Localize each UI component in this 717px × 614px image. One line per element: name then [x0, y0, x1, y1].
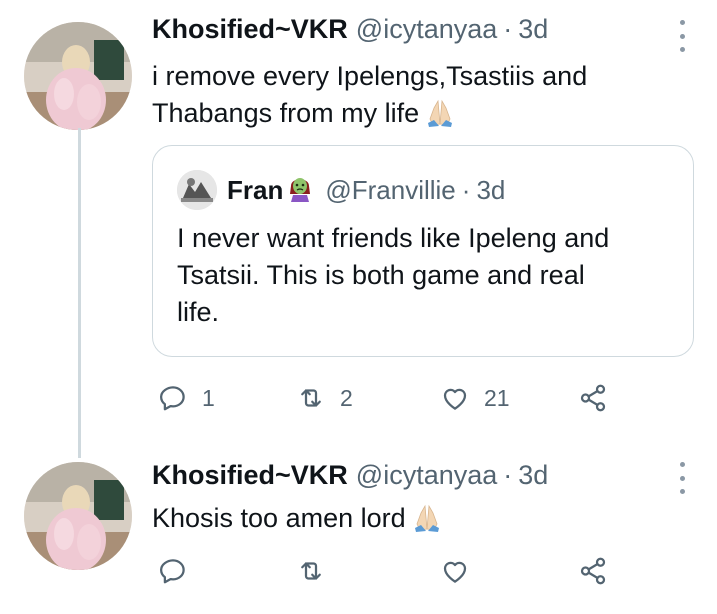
quoted-tweet-header: Fran @Franvillie · 3d [227, 172, 505, 209]
thread-connector-line [78, 128, 81, 458]
tweet-header: Khosified~VKR @icytanyaa · 3d [152, 14, 548, 45]
tweet-actions: 1 2 21 [158, 383, 628, 419]
tweet-actions [158, 556, 628, 592]
quoted-tweet-text: I never want friends like Ipeleng and Ts… [177, 220, 677, 331]
separator-dot: · [461, 175, 471, 205]
display-name[interactable]: Khosified~VKR [152, 14, 348, 45]
timestamp[interactable]: 3d [518, 14, 548, 45]
reply-button[interactable] [158, 556, 188, 586]
like-count: 21 [484, 384, 510, 411]
retweet-button[interactable]: 2 [296, 383, 353, 413]
retweet-icon [301, 389, 321, 407]
folded-hands-emoji [425, 98, 455, 138]
share-icon [580, 557, 606, 585]
quoted-display-name: Fran [227, 175, 284, 205]
reply-icon [160, 386, 185, 411]
like-icon [443, 388, 467, 410]
tweet-text: i remove every Ipelengs,Tsastiis and Tha… [152, 58, 587, 138]
quoted-text-line: I never want friends like Ipeleng and [177, 223, 610, 253]
like-button[interactable]: 21 [440, 383, 510, 413]
reply-icon [160, 559, 185, 584]
quoted-tweet-card[interactable]: Fran @Franvillie · 3d I never want frien… [152, 145, 694, 357]
display-name[interactable]: Khosified~VKR [152, 460, 348, 491]
quoted-avatar [177, 170, 217, 210]
quoted-timestamp: 3d [476, 175, 506, 205]
retweet-count: 2 [340, 384, 353, 411]
quoted-text-line: Tsatsii. This is both game and real [177, 260, 585, 290]
like-icon [443, 561, 467, 583]
more-options-icon[interactable] [677, 462, 687, 494]
share-button[interactable] [578, 556, 608, 586]
separator-dot: · [503, 460, 513, 490]
avatar[interactable] [24, 22, 132, 130]
avatar[interactable] [24, 462, 132, 570]
retweet-button[interactable] [296, 556, 326, 586]
tweet-text-line: Khosis too amen lord [152, 500, 442, 543]
tweet-header: Khosified~VKR @icytanyaa · 3d [152, 460, 548, 491]
share-icon [580, 384, 606, 412]
tweet-text-line: Thabangs from my life [152, 95, 587, 138]
retweet-icon [301, 562, 321, 580]
user-handle[interactable]: @icytanyaa [356, 14, 497, 45]
quoted-user-handle: @Franvillie [325, 175, 456, 205]
user-handle[interactable]: @icytanyaa [356, 460, 497, 491]
reply-button[interactable]: 1 [158, 383, 215, 413]
zombie-woman-emoji [285, 172, 315, 209]
more-options-icon[interactable] [677, 20, 687, 52]
separator-dot: · [503, 14, 513, 44]
tweet-text-line: i remove every Ipelengs,Tsastiis and [152, 61, 588, 91]
quoted-text-line: life. [177, 297, 220, 327]
reply-count: 1 [202, 384, 215, 411]
tweet-text: Khosis too amen lord [152, 500, 442, 543]
share-button[interactable] [578, 383, 608, 413]
like-button[interactable] [440, 556, 470, 586]
timestamp[interactable]: 3d [518, 460, 548, 491]
folded-hands-emoji [412, 503, 442, 543]
